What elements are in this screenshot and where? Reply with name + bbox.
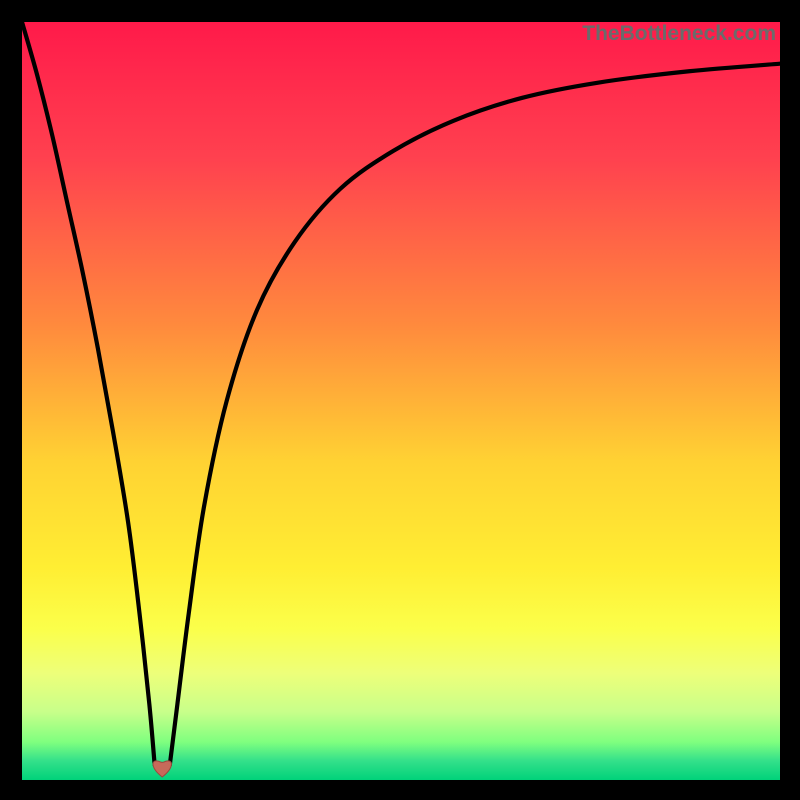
watermark-text: TheBottleneck.com bbox=[582, 22, 776, 46]
gradient-background bbox=[22, 22, 780, 780]
chart-frame: TheBottleneck.com bbox=[22, 22, 780, 780]
chart-canvas bbox=[22, 22, 780, 780]
